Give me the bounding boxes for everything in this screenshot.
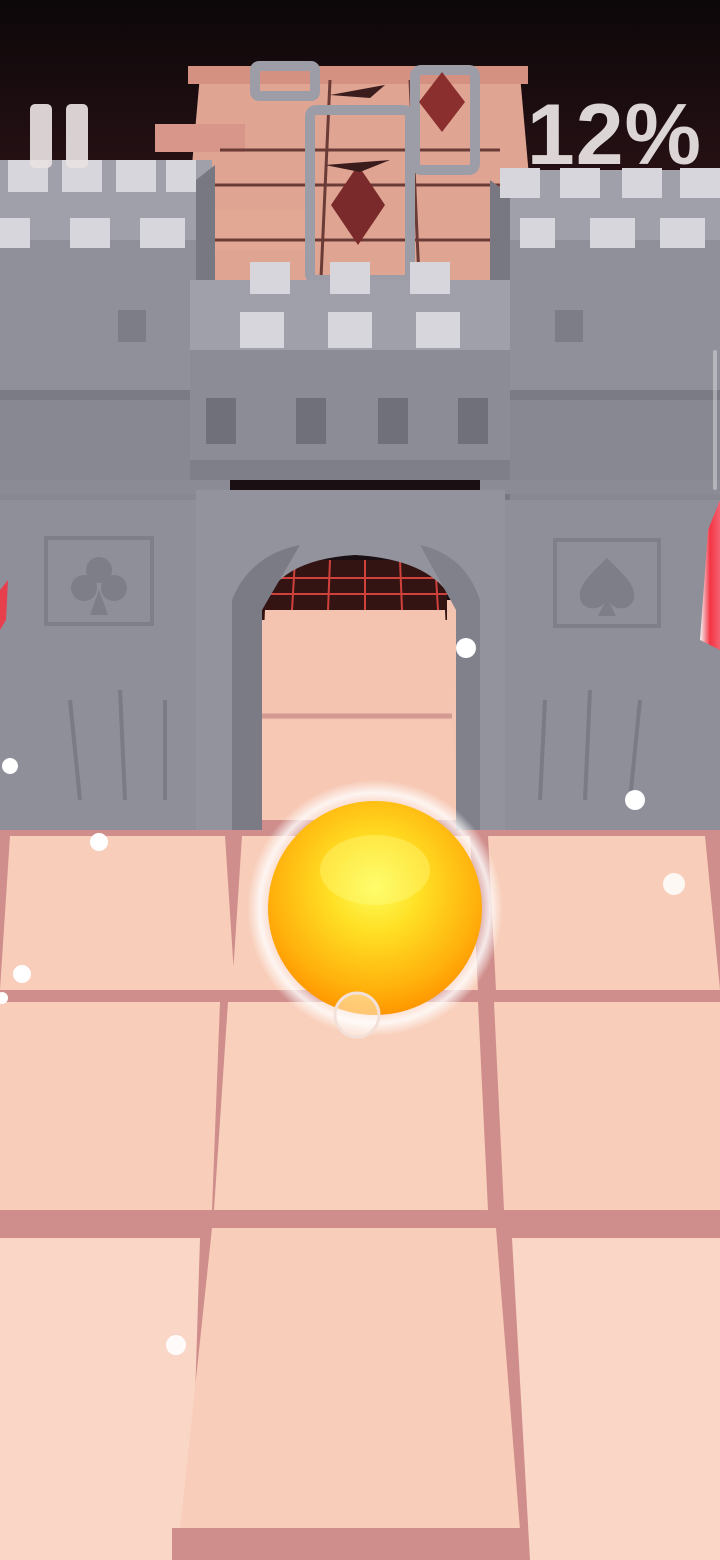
game-screen[interactable]: 12% bbox=[0, 0, 720, 1560]
touch-indicator bbox=[333, 991, 381, 1039]
level-progress-percent: 12% bbox=[526, 87, 702, 183]
pause-button[interactable] bbox=[28, 104, 92, 168]
game-scene[interactable] bbox=[0, 0, 720, 1560]
castle-left-tower bbox=[0, 160, 230, 830]
player-ball[interactable] bbox=[247, 780, 503, 1039]
edge-indicator bbox=[713, 350, 717, 490]
castle-right-tower bbox=[480, 168, 720, 830]
